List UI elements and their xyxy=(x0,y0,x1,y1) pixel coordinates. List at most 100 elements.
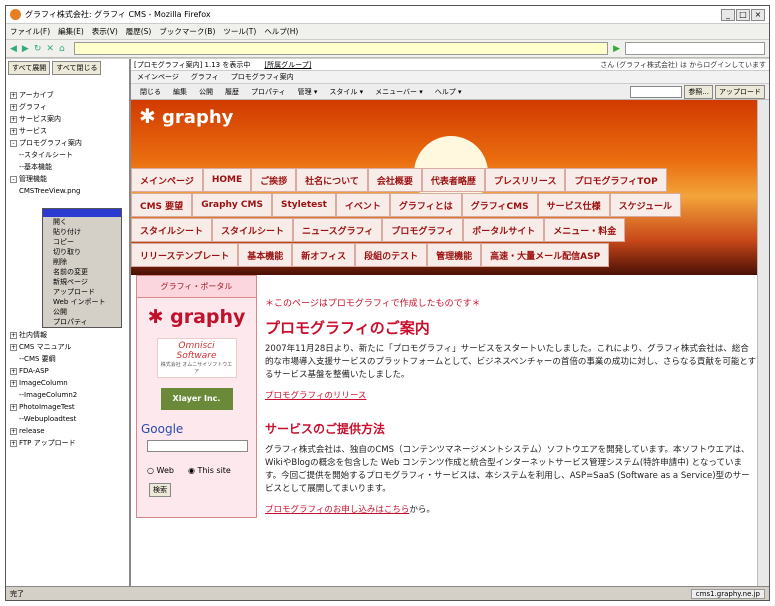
tree-item[interactable]: + 社内情報 xyxy=(10,329,129,341)
search-box[interactable] xyxy=(625,42,765,55)
toolbar-button[interactable]: ヘルプ ▾ xyxy=(430,87,467,97)
context-menu-item[interactable]: アップロード xyxy=(43,287,121,297)
nav-link[interactable]: スタイルシート xyxy=(131,218,213,242)
context-menu-item[interactable]: 名前の変更 xyxy=(43,267,121,277)
nav-link[interactable]: 社名について xyxy=(296,168,368,192)
nav-link[interactable]: スケジュール xyxy=(609,193,681,217)
menu-item[interactable]: ヘルプ(H) xyxy=(264,26,298,37)
nav-link[interactable]: 段組のテスト xyxy=(355,243,428,267)
toolbar-button[interactable]: 公開 xyxy=(194,87,218,97)
nav-link[interactable]: 管理機能 xyxy=(427,243,482,267)
toolbar-input[interactable] xyxy=(630,85,683,98)
reload-icon[interactable]: ↻ xyxy=(34,44,42,54)
nav-link[interactable]: HOME xyxy=(202,168,252,192)
context-menu-item[interactable]: 削除 xyxy=(43,257,121,267)
maximize-button[interactable]: □ xyxy=(736,8,750,21)
menu-item[interactable]: ブックマーク(B) xyxy=(159,26,215,37)
minimize-button[interactable]: _ xyxy=(721,8,735,21)
menu-item[interactable]: 編集(E) xyxy=(58,26,84,37)
back-icon[interactable]: ◀ xyxy=(10,44,17,54)
browse-button[interactable]: 参照... xyxy=(684,84,713,99)
tree-item[interactable]: --スタイルシート xyxy=(10,149,129,161)
tree-item[interactable]: --CMS 要綱 xyxy=(10,353,129,365)
context-menu-item[interactable]: 貼り付け xyxy=(43,227,121,237)
nav-link[interactable]: CMS 要望 xyxy=(131,193,193,217)
stop-icon[interactable]: ✕ xyxy=(46,44,54,54)
close-button[interactable]: × xyxy=(751,8,765,21)
context-menu-item[interactable]: 公開 xyxy=(43,307,121,317)
tree-item[interactable]: + PhotoImageTest xyxy=(10,401,129,413)
go-icon[interactable]: ▶ xyxy=(613,44,620,54)
nav-link[interactable]: 新オフィス xyxy=(292,243,356,267)
nav-link[interactable]: ポータルサイト xyxy=(463,218,545,242)
collapse-all-button[interactable]: すべて閉じる xyxy=(52,61,102,75)
nav-link[interactable]: 会社概要 xyxy=(367,168,422,192)
search-button[interactable]: 検索 xyxy=(149,483,171,497)
nav-link[interactable]: Graphy CMS xyxy=(192,193,272,217)
xlayer-logo[interactable]: Xlayer Inc. xyxy=(160,388,233,410)
nav-link[interactable]: プロモグラフィ xyxy=(382,218,464,242)
menu-item[interactable]: ファイル(F) xyxy=(10,26,50,37)
nav-link[interactable]: プレスリリース xyxy=(484,168,566,192)
menu-item[interactable]: 履歴(S) xyxy=(126,26,152,37)
upload-button[interactable]: アップロード xyxy=(715,84,765,99)
breadcrumb-item[interactable]: プロモグラフィ案内 xyxy=(231,72,294,82)
forward-icon[interactable]: ▶ xyxy=(22,44,29,54)
tree-item[interactable]: + グラフィ xyxy=(10,101,129,113)
nav-link[interactable]: グラフィとは xyxy=(389,193,462,217)
breadcrumb-item[interactable]: メインページ xyxy=(137,72,179,82)
nav-link[interactable]: グラフィCMS xyxy=(461,193,538,217)
toolbar-button[interactable]: 履歴 xyxy=(220,87,244,97)
tree-item[interactable]: + サービス案内 xyxy=(10,113,129,125)
tree-toggle-icon[interactable]: + xyxy=(10,368,17,375)
tree-toggle-icon[interactable]: - xyxy=(10,140,17,147)
omnisci-logo[interactable]: Omnisci Software 株式会社 オムニサイソフトウエア xyxy=(156,338,237,378)
tree-item[interactable]: CMSTreeView.png xyxy=(10,185,129,197)
tree-item[interactable]: --ImageColumn2 xyxy=(10,389,129,401)
tree-item[interactable]: - 管理機能 xyxy=(10,173,129,185)
tree-item[interactable]: + FTP アップロード xyxy=(10,437,129,449)
context-menu-item[interactable]: 切り取り xyxy=(43,247,121,257)
nav-link[interactable]: イベント xyxy=(335,193,390,217)
toolbar-button[interactable]: 編集 xyxy=(168,87,192,97)
tree-toggle-icon[interactable]: - xyxy=(10,176,17,183)
web-radio[interactable]: ○ Web xyxy=(147,466,174,475)
nav-link[interactable]: メインページ xyxy=(131,168,203,192)
toolbar-button[interactable]: プロパティ xyxy=(246,87,291,97)
apply-link[interactable]: プロモグラフィのお申し込みはこちら xyxy=(265,505,409,515)
menu-item[interactable]: 表示(V) xyxy=(92,26,118,37)
nav-link[interactable]: 基本機能 xyxy=(238,243,293,267)
breadcrumb-item[interactable]: グラフィ xyxy=(191,72,219,82)
tree-item[interactable]: --基本機能 xyxy=(10,161,129,173)
toolbar-button[interactable]: メニューバー ▾ xyxy=(370,87,428,97)
tree-item[interactable]: + ImageColumn xyxy=(10,377,129,389)
nav-link[interactable]: 代表者略歴 xyxy=(421,168,485,192)
context-menu-item[interactable]: 新規ページ xyxy=(43,277,121,287)
nav-link[interactable]: ご挨拶 xyxy=(251,168,297,192)
home-icon[interactable]: ⌂ xyxy=(59,44,65,54)
tree-toggle-icon[interactable]: + xyxy=(10,128,17,135)
context-menu-item[interactable]: 開く xyxy=(43,217,121,227)
tree-toggle-icon[interactable]: + xyxy=(10,332,17,339)
vertical-scrollbar[interactable] xyxy=(757,100,769,586)
context-menu-item[interactable]: プロパティ xyxy=(43,317,121,327)
toolbar-button[interactable]: 閉じる xyxy=(135,87,166,97)
site-radio[interactable]: ◉ This site xyxy=(188,466,231,475)
tree-item[interactable]: + release xyxy=(10,425,129,437)
nav-link[interactable]: 高速・大量メール配信ASP xyxy=(481,243,610,267)
tree-toggle-icon[interactable]: + xyxy=(10,344,17,351)
tree-toggle-icon[interactable]: + xyxy=(10,104,17,111)
context-menu-item[interactable]: コピー xyxy=(43,237,121,247)
tree-item[interactable]: + アーカイブ xyxy=(10,89,129,101)
nav-link[interactable]: サービス仕様 xyxy=(537,193,610,217)
nav-link[interactable]: リリーステンプレート xyxy=(131,243,239,267)
nav-link[interactable]: スタイルシート xyxy=(212,218,294,242)
tree-item[interactable]: - プロモグラフィ案内 xyxy=(10,137,129,149)
release-link[interactable]: プロモグラフィのリリース xyxy=(265,390,757,403)
tree-item[interactable]: + FDA-ASP xyxy=(10,365,129,377)
tree-item[interactable]: + CMS マニュアル xyxy=(10,341,129,353)
menu-item[interactable]: ツール(T) xyxy=(223,26,256,37)
graphy-logo[interactable]: ✱ graphy xyxy=(137,306,256,328)
group-link[interactable]: [所属グループ] xyxy=(264,60,311,70)
google-search-input[interactable] xyxy=(147,440,248,452)
